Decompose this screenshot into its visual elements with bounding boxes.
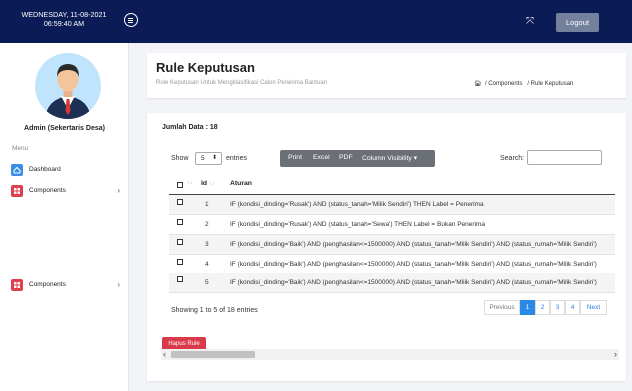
sidebar: Admin (Sekertaris Desa) Menu Dashboard C… bbox=[0, 43, 129, 391]
chevron-updown-icon: ⬍ bbox=[211, 155, 217, 161]
pagination-page-3[interactable]: 3 bbox=[550, 300, 565, 315]
fullscreen-icon[interactable]: ⤧ bbox=[525, 17, 535, 27]
pagination-page-1[interactable]: 1 bbox=[520, 300, 535, 315]
menu-icon bbox=[128, 17, 133, 19]
table-header: ↑↓ Id ↑↓ Aturan bbox=[169, 174, 615, 195]
datetime: WEDNESDAY, 11-08-2021 06:59:40 AM bbox=[0, 10, 128, 28]
breadcrumb-components[interactable]: Components bbox=[488, 81, 522, 87]
home-icon bbox=[11, 164, 23, 176]
top-bar: WEDNESDAY, 11-08-2021 06:59:40 AM ⤧ Logo… bbox=[0, 0, 632, 43]
menu-icon-line bbox=[128, 19, 133, 21]
print-button[interactable]: Print bbox=[288, 154, 302, 161]
excel-button[interactable]: Excel bbox=[313, 154, 330, 161]
total-count: Jumlah Data : 18 bbox=[162, 124, 218, 131]
sidebar-item-label: Components bbox=[29, 187, 66, 194]
table-row: 3 IF (kondisi_dinding='Baik') AND (pengh… bbox=[169, 235, 615, 255]
horizontal-scrollbar[interactable]: ‹ › bbox=[161, 349, 619, 360]
logout-button[interactable]: Logout bbox=[556, 13, 599, 32]
sidebar-toggle-button[interactable] bbox=[124, 13, 138, 27]
column-header-id-label: Id bbox=[201, 180, 208, 187]
page-title: Rule Keputusan bbox=[156, 60, 255, 75]
export-button-group: Print Excel PDF Column Visibility ▾ bbox=[280, 150, 435, 167]
row-rule: IF (kondisi_dinding='Rusak') AND (status… bbox=[230, 201, 484, 208]
pagination-previous[interactable]: Previous bbox=[484, 300, 520, 315]
pagination-page-2[interactable]: 2 bbox=[535, 300, 550, 315]
scroll-right-icon[interactable]: › bbox=[614, 349, 617, 360]
sort-icon[interactable]: ↑↓ bbox=[187, 180, 193, 186]
scrollbar-thumb[interactable] bbox=[171, 351, 255, 358]
table-row: 5 IF (kondisi_dinding='Baik') AND (pengh… bbox=[169, 273, 615, 293]
select-all-checkbox[interactable] bbox=[177, 182, 183, 188]
scroll-left-icon[interactable]: ‹ bbox=[163, 349, 166, 360]
time-text: 06:59:40 AM bbox=[43, 19, 85, 28]
sort-icon: ↑↓ bbox=[209, 181, 215, 187]
breadcrumb-current: Rule Keputusan bbox=[530, 81, 574, 87]
entries-label: entries bbox=[226, 155, 248, 162]
user-name: Admin (Sekertaris Desa) bbox=[24, 125, 105, 132]
row-checkbox[interactable] bbox=[177, 199, 183, 205]
rules-table: ↑↓ Id ↑↓ Aturan 1 IF (kondisi_dinding='Ru… bbox=[169, 174, 615, 293]
column-header-aturan[interactable]: Aturan bbox=[230, 180, 252, 187]
row-id: 4 bbox=[205, 261, 209, 268]
row-checkbox[interactable] bbox=[177, 259, 183, 265]
column-visibility-label: Column Visibility bbox=[362, 155, 412, 162]
page-header: Rule Keputusan Rule Keputusan Untuk Meng… bbox=[147, 53, 626, 98]
row-checkbox[interactable] bbox=[177, 239, 183, 245]
row-rule: IF (kondisi_dinding='Rusak') AND (status… bbox=[230, 221, 486, 228]
sidebar-item-components[interactable]: Components › bbox=[11, 184, 126, 198]
page-length-select[interactable]: 5 ⬍ bbox=[195, 152, 222, 165]
table-row: 4 IF (kondisi_dinding='Baik') AND (pengh… bbox=[169, 255, 615, 275]
row-checkbox[interactable] bbox=[177, 219, 183, 225]
row-id: 3 bbox=[205, 241, 209, 248]
row-id: 5 bbox=[205, 279, 209, 286]
sidebar-item-components-2[interactable]: Components › bbox=[11, 278, 126, 292]
page-length-value: 5 bbox=[201, 155, 205, 162]
grid-icon bbox=[11, 279, 23, 291]
menu-icon-line bbox=[128, 21, 133, 23]
home-icon[interactable]: 🏠︎ bbox=[474, 81, 482, 87]
breadcrumb: 🏠︎ / Components / Rule Keputusan bbox=[474, 81, 574, 87]
page-subtitle: Rule Keputusan Untuk Mengklasifikasi Cal… bbox=[156, 80, 328, 86]
avatar bbox=[35, 53, 101, 119]
user-avatar-icon bbox=[45, 64, 91, 119]
row-rule: IF (kondisi_dinding='Baik') AND (penghas… bbox=[230, 261, 597, 268]
sidebar-item-label: Components bbox=[29, 281, 66, 288]
grid-icon bbox=[11, 185, 23, 197]
pagination-next[interactable]: Next bbox=[580, 300, 607, 315]
search-input[interactable] bbox=[527, 150, 602, 165]
row-checkbox[interactable] bbox=[177, 276, 183, 282]
pdf-button[interactable]: PDF bbox=[339, 154, 353, 161]
row-id: 1 bbox=[205, 201, 209, 208]
rules-card: Jumlah Data : 18 Show 5 ⬍ entries Print … bbox=[147, 113, 626, 381]
chevron-right-icon: › bbox=[117, 280, 120, 289]
search-label: Search: bbox=[500, 155, 525, 162]
table-row: 2 IF (kondisi_dinding='Rusak') AND (stat… bbox=[169, 215, 615, 235]
row-rule: IF (kondisi_dinding='Baik') AND (penghas… bbox=[230, 241, 597, 248]
chevron-right-icon: › bbox=[117, 186, 120, 195]
column-visibility-button[interactable]: Column Visibility ▾ bbox=[362, 154, 417, 162]
sidebar-item-dashboard[interactable]: Dashboard bbox=[11, 163, 126, 177]
sidebar-item-label: Dashboard bbox=[29, 166, 61, 173]
show-label: Show bbox=[171, 155, 189, 162]
row-id: 2 bbox=[205, 221, 209, 228]
row-rule: IF (kondisi_dinding='Baik') AND (penghas… bbox=[230, 279, 597, 286]
menu-label: Menu bbox=[12, 145, 29, 152]
table-info: Showing 1 to 5 of 18 entries bbox=[171, 307, 258, 314]
table-row: 1 IF (kondisi_dinding='Rusak') AND (stat… bbox=[169, 195, 615, 215]
pagination-page-4[interactable]: 4 bbox=[565, 300, 580, 315]
column-header-id[interactable]: Id ↑↓ bbox=[201, 180, 215, 187]
date-text: WEDNESDAY, 11-08-2021 bbox=[21, 10, 107, 19]
